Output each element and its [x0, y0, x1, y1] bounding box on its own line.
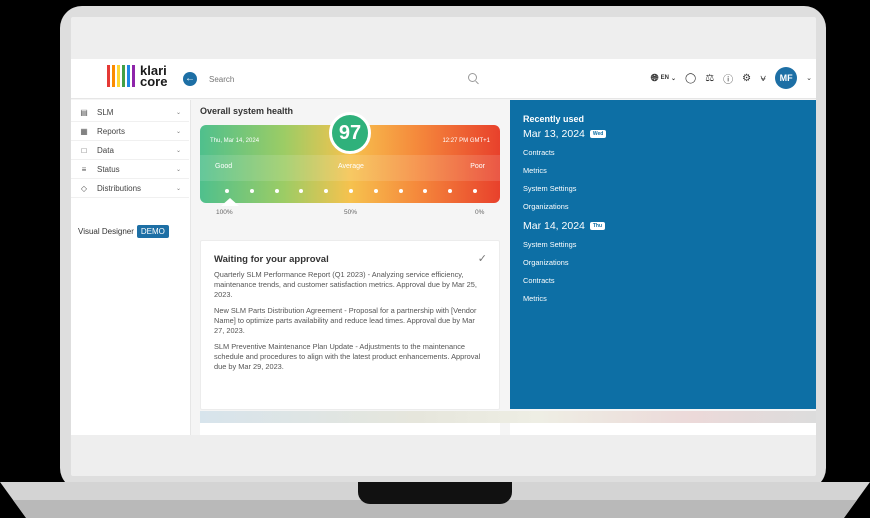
recent-link-organizations[interactable]: Organizations — [523, 202, 803, 211]
approval-card: Waiting for your approval ✓ Quarterly SL… — [200, 240, 500, 410]
gear-icon[interactable]: ⚙ — [742, 73, 751, 84]
gauge-dot — [423, 189, 428, 193]
avatar-chevron-icon[interactable]: ⌄ — [806, 74, 812, 82]
recent-link-system-settings[interactable]: System Settings — [523, 184, 803, 193]
recent-link-metrics[interactable]: Metrics — [523, 166, 803, 175]
collapse-sidebar-icon[interactable]: ← — [183, 72, 197, 86]
help-icon[interactable]: ⍱ — [760, 73, 766, 84]
check-icon[interactable]: ✓ — [478, 252, 487, 265]
gauge-dot — [473, 189, 477, 193]
report-icon: ▦ — [80, 127, 88, 136]
diamond-icon: ◇ — [80, 184, 88, 193]
gauge-dot — [349, 189, 353, 193]
approval-title: Waiting for your approval — [214, 254, 329, 265]
status-icon: ≡ — [81, 165, 87, 174]
gauge-dot — [398, 189, 403, 193]
gauge-time: 12:27 PM GMT+1 — [442, 138, 490, 144]
logo-bar — [132, 65, 135, 87]
gauge-label-poor: Poor — [470, 163, 485, 170]
gauge-date: Thu, Mar 14, 2024 — [210, 138, 260, 144]
chevron-down-icon: ⌄ — [175, 129, 181, 135]
recent-date: Mar 14, 2024 Thu — [523, 220, 803, 232]
recently-used-panel: Recently used Mar 13, 2024 Wed Contracts… — [510, 100, 816, 409]
day-badge: Wed — [589, 130, 607, 138]
decorative-strip — [200, 411, 816, 423]
gauge-dots — [225, 189, 477, 193]
logo-bar — [127, 65, 130, 87]
demo-badge[interactable]: DEMO — [136, 225, 169, 238]
chevron-down-icon: ⌄ — [670, 75, 676, 82]
sidebar-item-status[interactable]: ≡ Status ⌄ — [71, 161, 189, 179]
logo-bar — [122, 65, 125, 87]
chevron-down-icon: ⌄ — [175, 167, 181, 173]
recent-link-organizations[interactable]: Organizations — [523, 258, 803, 267]
gauge-pointer — [221, 198, 239, 206]
pct-0: 0% — [475, 209, 485, 216]
pct-100: 100% — [216, 209, 233, 216]
day-badge: Thu — [589, 222, 606, 230]
balance-icon[interactable]: ⚖ — [705, 73, 714, 84]
laptop-notch — [358, 482, 512, 504]
approval-item[interactable]: Quarterly SLM Performance Report (Q1 202… — [214, 270, 486, 300]
header-icons: 🌐︎ EN ⌄ ◯ ⚖ ⓘ ⚙ ⍱ MF ⌄ — [651, 67, 812, 89]
chevron-down-icon: ⌄ — [175, 110, 181, 116]
laptop-screen: klari core ← 🌐︎ EN ⌄ ◯ ⚖ ⓘ ⚙ ⍱ MF ⌄ — [71, 17, 816, 476]
chevron-down-icon: ⌄ — [175, 186, 181, 192]
bottom-card-right — [510, 423, 816, 435]
gauge-dot — [324, 189, 329, 193]
logo-bar — [112, 65, 115, 87]
gauge-label-average: Average — [338, 163, 364, 170]
book-icon: ▤ — [80, 108, 88, 117]
top-bar: klari core ← 🌐︎ EN ⌄ ◯ ⚖ ⓘ ⚙ ⍱ MF ⌄ — [71, 59, 816, 99]
health-gauge: Thu, Mar 14, 2024 12:27 PM GMT+1 Good Av… — [200, 112, 500, 206]
globe-icon: 🌐︎ — [650, 72, 659, 84]
logo-bar — [117, 65, 120, 87]
approval-item[interactable]: SLM Preventive Maintenance Plan Update -… — [214, 342, 486, 372]
gauge-dot — [274, 189, 279, 193]
health-score: 97 — [329, 112, 371, 154]
gauge-dot — [448, 189, 453, 193]
klaricore-logo[interactable]: klari core — [107, 63, 168, 89]
search-icon[interactable] — [468, 73, 477, 82]
recent-link-contracts[interactable]: Contracts — [523, 148, 803, 157]
sidebar-item-data[interactable]: □ Data ⌄ — [71, 142, 189, 160]
sidebar: ▤ SLM ⌄ ▦ Reports ⌄ □ Data ⌄ ≡ Status ⌄ … — [71, 100, 191, 435]
visual-designer: Visual Designer DEMO — [78, 225, 169, 238]
pct-50: 50% — [344, 209, 358, 216]
recent-link-system-settings[interactable]: System Settings — [523, 240, 803, 249]
logo-text: klari core — [140, 63, 168, 89]
app-window: klari core ← 🌐︎ EN ⌄ ◯ ⚖ ⓘ ⚙ ⍱ MF ⌄ — [71, 59, 816, 435]
shield-icon[interactable]: ◯ — [685, 73, 696, 84]
info-icon[interactable]: ⓘ — [723, 71, 733, 86]
sidebar-item-distributions[interactable]: ◇ Distributions ⌄ — [71, 180, 189, 198]
approval-item[interactable]: New SLM Parts Distribution Agreement - P… — [214, 306, 486, 336]
sidebar-item-reports[interactable]: ▦ Reports ⌄ — [71, 123, 189, 141]
chevron-down-icon: ⌄ — [175, 148, 181, 154]
logo-bar — [107, 65, 110, 87]
recent-title: Recently used — [523, 114, 585, 124]
recent-date: Mar 13, 2024 Wed — [523, 128, 803, 140]
logo-bars — [107, 65, 135, 87]
gauge-dot — [225, 189, 229, 193]
language-selector[interactable]: 🌐︎ EN ⌄ — [651, 73, 676, 84]
recent-link-metrics[interactable]: Metrics — [523, 294, 803, 303]
gauge-dot — [299, 189, 304, 193]
search-input[interactable] — [203, 68, 483, 90]
folder-icon: □ — [81, 146, 87, 155]
avatar[interactable]: MF — [775, 67, 798, 89]
health-title: Overall system health — [200, 106, 294, 116]
gauge-label-good: Good — [215, 163, 233, 170]
gauge-dot — [373, 189, 378, 193]
recent-link-contracts[interactable]: Contracts — [523, 276, 803, 285]
sidebar-item-slm[interactable]: ▤ SLM ⌄ — [71, 104, 189, 122]
bottom-card-left — [200, 423, 500, 435]
gauge-dot — [249, 189, 254, 193]
